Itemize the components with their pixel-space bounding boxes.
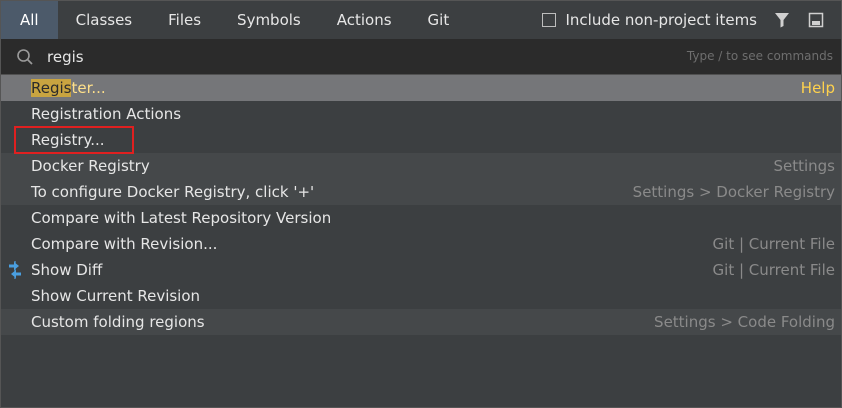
result-registry[interactable]: Registry... bbox=[1, 127, 841, 153]
include-non-project-toggle[interactable]: Include non-project items bbox=[542, 1, 757, 39]
result-hint: Help bbox=[800, 79, 835, 97]
result-label: Registration Actions bbox=[31, 105, 182, 123]
include-non-project-checkbox[interactable] bbox=[542, 13, 557, 27]
search-input[interactable] bbox=[47, 45, 607, 69]
result-label: To configure Docker Registry, click '+' bbox=[31, 183, 315, 201]
result-configure-docker-registry[interactable]: To configure Docker Registry, click '+' … bbox=[1, 179, 841, 205]
result-hint: Git | Current File bbox=[712, 235, 835, 253]
result-compare-latest[interactable]: Compare with Latest Repository Version bbox=[1, 205, 841, 231]
result-compare-revision[interactable]: Compare with Revision... Git | Current F… bbox=[1, 231, 841, 257]
tab-files[interactable]: Files bbox=[150, 1, 219, 39]
result-hint: Settings > Docker Registry bbox=[632, 183, 835, 201]
result-hint: Settings > Code Folding bbox=[654, 313, 835, 331]
tab-symbols[interactable]: Symbols bbox=[219, 1, 319, 39]
result-registration-actions[interactable]: Registration Actions bbox=[1, 101, 841, 127]
tab-classes[interactable]: Classes bbox=[58, 1, 151, 39]
result-docker-registry[interactable]: Docker Registry Settings bbox=[1, 153, 841, 179]
search-icon bbox=[16, 48, 34, 66]
result-label: Show Current Revision bbox=[31, 287, 201, 305]
result-custom-folding-regions[interactable]: Custom folding regions Settings > Code F… bbox=[1, 309, 841, 335]
result-show-current-revision[interactable]: Show Current Revision bbox=[1, 283, 841, 309]
tab-all[interactable]: All bbox=[1, 1, 58, 39]
result-label: Register... bbox=[31, 75, 106, 101]
result-hint: Settings bbox=[773, 157, 835, 175]
result-label: Compare with Revision... bbox=[31, 235, 218, 253]
search-everywhere-popup: All Classes Files Symbols Actions Git In… bbox=[0, 0, 842, 408]
include-non-project-label: Include non-project items bbox=[565, 11, 757, 29]
result-label: Show Diff bbox=[31, 261, 103, 279]
diff-arrows-icon bbox=[5, 261, 25, 279]
results-list: Register... Help Registration Actions Re… bbox=[1, 75, 841, 335]
match-highlight: Regis bbox=[31, 79, 72, 97]
result-show-diff[interactable]: Show Diff Git | Current File bbox=[1, 257, 841, 283]
filter-icon[interactable] bbox=[771, 9, 793, 31]
result-label: Registry... bbox=[31, 131, 105, 149]
result-label-rest: ter... bbox=[71, 79, 106, 97]
search-row: Type / to see commands bbox=[1, 39, 841, 75]
result-hint: Git | Current File bbox=[712, 261, 835, 279]
tab-git[interactable]: Git bbox=[410, 1, 468, 39]
result-label: Compare with Latest Repository Version bbox=[31, 209, 332, 227]
scope-tab-bar: All Classes Files Symbols Actions Git In… bbox=[1, 1, 841, 39]
result-register[interactable]: Register... Help bbox=[1, 75, 841, 101]
preview-panel-icon[interactable] bbox=[805, 9, 827, 31]
search-hint: Type / to see commands bbox=[686, 49, 833, 63]
result-label: Custom folding regions bbox=[31, 313, 205, 331]
result-label: Docker Registry bbox=[31, 157, 150, 175]
tab-actions[interactable]: Actions bbox=[319, 1, 410, 39]
